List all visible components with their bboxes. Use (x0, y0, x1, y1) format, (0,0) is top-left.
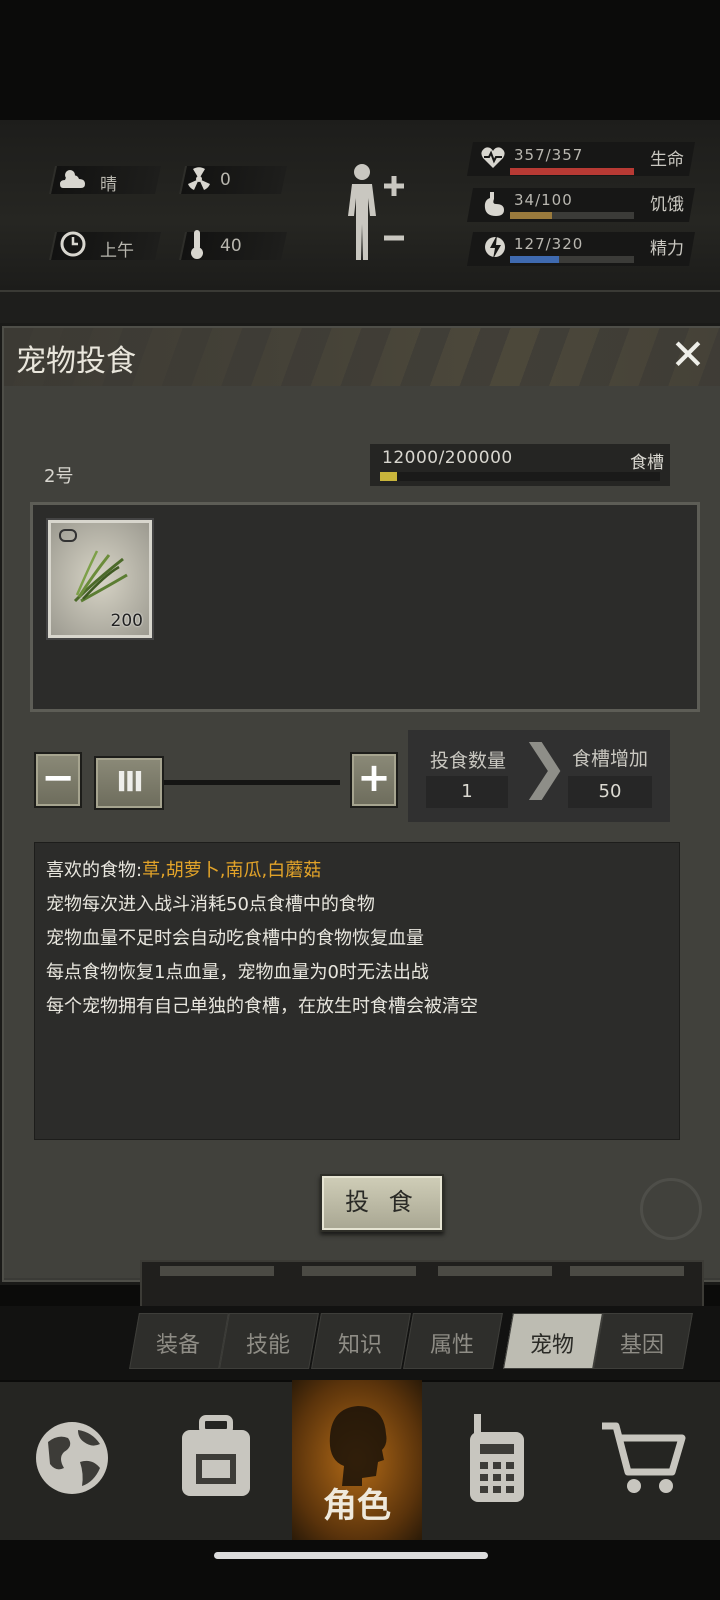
amount-slider-track[interactable] (154, 780, 340, 785)
trough-bar-fill (380, 472, 397, 481)
energy-bar (510, 256, 634, 263)
pet-action-button[interactable] (160, 1266, 274, 1276)
health-bar (510, 168, 634, 175)
cloud-sun-icon (58, 166, 88, 198)
radiation-value: 0 (220, 170, 231, 190)
hunger-bar-fill (510, 212, 553, 219)
feed-amount-label: 投食数量 (430, 750, 507, 772)
link-icon (59, 529, 77, 542)
trough-bar (380, 472, 660, 481)
globe-icon[interactable] (34, 1412, 112, 1506)
energy-label: 精力 (650, 239, 684, 259)
liked-foods-line: 喜欢的食物:草,胡萝卜,南瓜,白蘑菇 (46, 856, 321, 882)
item-count: 200 (110, 611, 143, 631)
close-icon[interactable]: ✕ (668, 334, 708, 378)
feed-summary-panel: 投食数量 1 ❯ 食槽增加 50 (408, 730, 670, 822)
trough-value: 12000/200000 (382, 448, 513, 468)
tab-label: 技能 (245, 1333, 290, 1358)
backpack-icon[interactable] (176, 1414, 256, 1506)
energy-value: 127/320 (514, 235, 584, 253)
food-item-slot[interactable]: 200 (48, 520, 152, 638)
increase-button[interactable]: + (350, 752, 398, 808)
stomach-icon (482, 190, 506, 222)
health-value: 357/357 (514, 146, 584, 164)
home-indicator[interactable] (214, 1552, 488, 1559)
radiation-watermark-icon (640, 1178, 702, 1240)
dialog-title: 宠物投食 (16, 344, 136, 379)
pet-feeding-dialog: 宠物投食 ✕ 2号 12000/200000 食槽 200 − III + 投食… (2, 326, 720, 1282)
decrease-button[interactable]: − (34, 752, 82, 808)
cart-icon[interactable] (600, 1420, 686, 1500)
dialog-body: 2号 12000/200000 食槽 200 − III + 投食数量 1 ❯ … (4, 386, 720, 1278)
desc-line-5: 每个宠物拥有自己单独的食槽，在放生时食槽会被清空 (46, 996, 478, 1017)
tab-label: 宠物 (529, 1333, 574, 1358)
tab-label: 知识 (337, 1333, 382, 1358)
pet-action-button[interactable] (302, 1266, 416, 1276)
desc-line-2: 宠物每次进入战斗消耗50点食槽中的食物 (46, 894, 375, 915)
health-bar-fill (510, 168, 634, 175)
body-status-icon[interactable] (340, 160, 412, 268)
description-panel (34, 842, 680, 1140)
energy-bar-fill (510, 256, 560, 263)
hunger-value: 34/100 (514, 191, 573, 209)
liked-foods-list: 草,胡萝卜,南瓜,白蘑菇 (142, 860, 322, 881)
hunger-label: 饥饿 (650, 195, 684, 215)
tab-label: 基因 (619, 1333, 664, 1358)
clock-icon (60, 231, 86, 261)
grass-icon (69, 545, 131, 611)
trough-label: 食槽 (630, 453, 664, 473)
feed-amount-value: 1 (426, 776, 508, 808)
thermometer-icon (190, 228, 204, 264)
time-label: 上午 (100, 241, 134, 261)
temperature-value: 40 (220, 236, 242, 256)
desc-line-3: 宠物血量不足时会自动吃食槽中的食物恢复血量 (46, 928, 424, 949)
trough-increase-value: 50 (568, 776, 652, 808)
hunger-bar (510, 212, 634, 219)
health-label: 生命 (650, 150, 684, 170)
trough-increase-label: 食槽增加 (572, 748, 649, 770)
arrow-right-icon: ❯ (520, 732, 569, 800)
walkie-talkie-icon[interactable] (464, 1410, 530, 1508)
amount-slider-handle[interactable]: III (94, 756, 164, 810)
bolt-icon (484, 232, 506, 266)
heart-icon (480, 146, 506, 174)
tab-label: 装备 (155, 1333, 200, 1358)
pet-action-button[interactable] (438, 1266, 552, 1276)
liked-foods-prefix: 喜欢的食物: (46, 860, 143, 881)
nav-character-label: 角色 (323, 1486, 391, 1526)
pet-action-button[interactable] (570, 1266, 684, 1276)
desc-line-4: 每点食物恢复1点血量，宠物血量为0时无法出战 (46, 962, 429, 983)
weather-label: 晴 (100, 175, 117, 195)
pet-number: 2号 (44, 466, 74, 487)
feed-button[interactable]: 投 食 (320, 1174, 444, 1232)
radiation-icon (186, 166, 212, 196)
tab-label: 属性 (429, 1333, 474, 1358)
